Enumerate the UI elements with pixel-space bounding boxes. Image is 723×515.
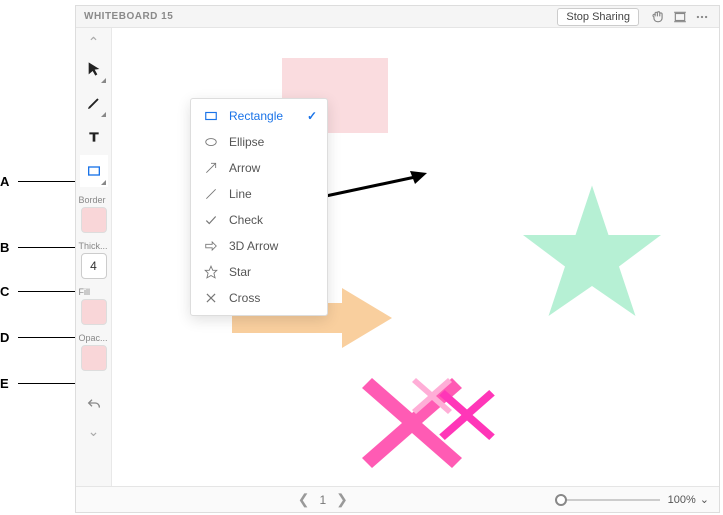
callout-labels: A B C D E	[0, 0, 75, 515]
zoom-controls: 100% ⌄	[560, 493, 709, 506]
fullscreen-icon[interactable]	[671, 8, 689, 26]
callout-a: A	[0, 174, 18, 189]
shape-star[interactable]	[512, 178, 672, 328]
whiteboard-window: WHITEBOARD 15 Stop Sharing	[75, 5, 720, 513]
shape-cross-3[interactable]	[437, 390, 497, 440]
dd-label: Check	[229, 213, 263, 227]
select-tool[interactable]	[80, 53, 108, 85]
dd-rectangle[interactable]: Rectangle ✓	[191, 103, 327, 129]
border-group: Border	[77, 195, 111, 233]
shape-tool[interactable]	[80, 155, 108, 187]
submenu-indicator-icon	[101, 78, 106, 83]
submenu-indicator-icon	[101, 112, 106, 117]
dd-label: Cross	[229, 291, 260, 305]
chevron-down-icon: ⌄	[700, 493, 709, 506]
dd-cross[interactable]: Cross	[191, 285, 327, 311]
more-icon[interactable]	[693, 8, 711, 26]
scroll-down-icon[interactable]: ⌄	[88, 423, 100, 440]
dd-ellipse[interactable]: Ellipse	[191, 129, 327, 155]
dd-line[interactable]: Line	[191, 181, 327, 207]
arrow-icon	[201, 161, 221, 175]
pager: ❮ 1 ❯	[298, 491, 348, 508]
thickness-group: Thick... 4	[77, 241, 111, 279]
fill-swatch[interactable]	[81, 299, 107, 325]
text-tool[interactable]	[80, 121, 108, 153]
page-number: 1	[319, 493, 326, 507]
dd-star[interactable]: Star	[191, 259, 327, 285]
opacity-swatch[interactable]	[81, 345, 107, 371]
ellipse-icon	[201, 135, 221, 149]
star-icon	[201, 265, 221, 279]
hand-icon[interactable]	[649, 8, 667, 26]
line-icon	[201, 187, 221, 201]
dd-label: Rectangle	[229, 109, 283, 123]
stop-sharing-button[interactable]: Stop Sharing	[557, 8, 639, 26]
rectangle-icon	[201, 109, 221, 123]
dd-label: Ellipse	[229, 135, 264, 149]
zoom-slider[interactable]	[560, 499, 660, 501]
border-label: Border	[77, 195, 111, 205]
footer: ❮ 1 ❯ 100% ⌄	[76, 486, 719, 512]
next-page-button[interactable]: ❯	[336, 491, 348, 508]
opacity-group: Opac...	[77, 333, 111, 371]
dd-arrow[interactable]: Arrow	[191, 155, 327, 181]
callout-c: C	[0, 284, 18, 299]
submenu-indicator-icon	[101, 180, 106, 185]
toolbar: ⌃ Border	[76, 28, 112, 486]
zoom-value[interactable]: 100% ⌄	[668, 493, 709, 506]
callout-d: D	[0, 330, 18, 345]
zoom-thumb[interactable]	[555, 494, 567, 506]
prev-page-button[interactable]: ❮	[298, 491, 310, 508]
callout-e: E	[0, 376, 18, 391]
check-icon: ✓	[307, 109, 317, 123]
callout-b: B	[0, 240, 18, 255]
scroll-up-icon[interactable]: ⌃	[88, 34, 100, 51]
thickness-input[interactable]: 4	[81, 253, 107, 279]
undo-button[interactable]	[80, 389, 108, 421]
dd-label: Line	[229, 187, 252, 201]
header: WHITEBOARD 15 Stop Sharing	[76, 6, 719, 28]
dd-3darrow[interactable]: 3D Arrow	[191, 233, 327, 259]
pencil-tool[interactable]	[80, 87, 108, 119]
fill-group: Fill	[77, 287, 111, 325]
cross-icon	[201, 291, 221, 305]
opacity-label: Opac...	[77, 333, 111, 343]
dd-label: Arrow	[229, 161, 260, 175]
dd-label: Star	[229, 265, 251, 279]
checkmark-icon	[201, 213, 221, 227]
window-title: WHITEBOARD 15	[84, 11, 557, 22]
fill-label: Fill	[77, 287, 111, 297]
thickness-label: Thick...	[77, 241, 111, 251]
dd-label: 3D Arrow	[229, 239, 278, 253]
shape-dropdown: Rectangle ✓ Ellipse Arrow Line Che	[190, 98, 328, 316]
border-swatch[interactable]	[81, 207, 107, 233]
dd-check[interactable]: Check	[191, 207, 327, 233]
3d-arrow-icon	[201, 239, 221, 253]
